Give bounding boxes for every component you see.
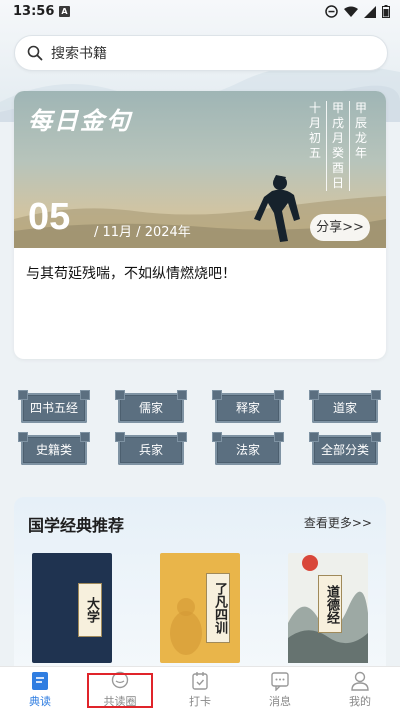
wifi-icon [344, 6, 358, 17]
calendar-check-icon [192, 672, 208, 690]
bottom-navigation: 典读 共读圈 打卡 消息 我的 [0, 666, 400, 713]
daily-quote-image: 每日金句 十月初五 甲戌月癸酉日 甲辰龙年 05 / 11月 / 2024年 分… [14, 91, 386, 248]
message-icon [271, 672, 289, 691]
daily-quote-card[interactable]: 每日金句 十月初五 甲戌月癸酉日 甲辰龙年 05 / 11月 / 2024年 分… [14, 91, 386, 359]
divider [349, 101, 350, 191]
battery-icon [382, 5, 390, 18]
category-grid: 四书五经 儒家 释家 道家 史籍类 兵家 法家 全部分类 [0, 390, 400, 470]
book-title: 大学 [78, 583, 102, 637]
date-month-year: / 11月 / 2024年 [94, 225, 191, 240]
nav-label: 典读 [29, 695, 51, 708]
category-fajia[interactable]: 法家 [212, 432, 284, 465]
share-button[interactable]: 分享>> [310, 214, 370, 241]
book-cover-daodejing[interactable]: 道德经 [288, 553, 368, 663]
nav-item-dianduo[interactable]: 典读 [0, 671, 80, 709]
date-day: 05 [28, 196, 71, 238]
book-cover-liaofan[interactable]: 了凡四训 [160, 553, 240, 663]
search-placeholder: 搜索书籍 [51, 46, 107, 62]
signal-icon [364, 5, 376, 18]
nav-label: 打卡 [189, 695, 211, 708]
nav-item-wode[interactable]: 我的 [320, 671, 400, 709]
search-bar[interactable]: 搜索书籍 [14, 35, 388, 71]
book-icon [32, 672, 48, 690]
see-more-link[interactable]: 查看更多>> [304, 514, 372, 531]
highlight-annotation [87, 673, 153, 708]
status-time: 13:56 [13, 4, 55, 19]
nav-item-daka[interactable]: 打卡 [160, 671, 240, 709]
lunar-day: 十月初五 [308, 101, 321, 160]
lunar-ganzhi: 甲戌月癸酉日 [331, 101, 344, 190]
person-icon [351, 671, 369, 691]
category-shijia[interactable]: 释家 [212, 390, 284, 423]
nav-item-xiaoxi[interactable]: 消息 [240, 671, 320, 709]
status-icons [325, 5, 390, 18]
book-title: 道德经 [318, 575, 342, 633]
book-cover-daxue[interactable]: 大学 [32, 553, 112, 663]
daily-quote-text: 与其苟延残喘，不如纵情燃烧吧！ [26, 266, 236, 282]
lunar-date: 十月初五 甲戌月癸酉日 甲辰龙年 [308, 101, 368, 191]
lunar-year: 甲辰龙年 [354, 101, 367, 160]
recommend-title: 国学经典推荐 [28, 516, 125, 535]
category-all[interactable]: 全部分类 [309, 432, 381, 465]
book-title: 了凡四训 [206, 573, 230, 643]
category-bingjia[interactable]: 兵家 [115, 432, 187, 465]
recommend-section: 国学经典推荐 查看更多>> 大学 了凡四训 道德经 [14, 497, 386, 672]
divider [326, 101, 327, 191]
search-icon [27, 45, 43, 61]
daily-title: 每日金句 [28, 106, 132, 135]
category-sishu-wujing[interactable]: 四书五经 [18, 390, 90, 423]
status-bar: 13:56 A [0, 0, 400, 24]
category-daojia[interactable]: 道家 [309, 390, 381, 423]
category-rujia[interactable]: 儒家 [115, 390, 187, 423]
nav-label: 消息 [269, 695, 291, 708]
dnd-icon [325, 5, 338, 18]
category-shiji[interactable]: 史籍类 [18, 432, 90, 465]
notification-badge: A [59, 6, 70, 17]
nav-label: 我的 [349, 695, 371, 708]
